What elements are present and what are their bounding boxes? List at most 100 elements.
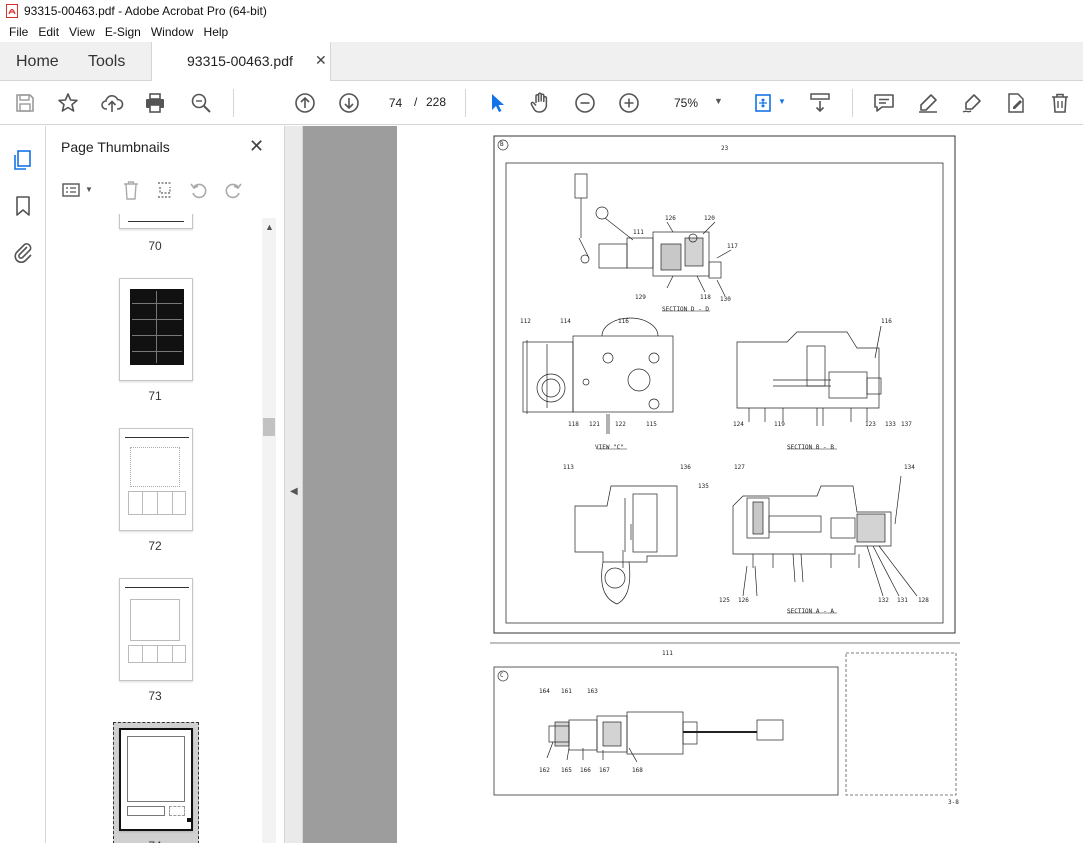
view-c-caption: VIEW "C" bbox=[595, 444, 624, 451]
callout: 126 bbox=[738, 597, 749, 604]
callout: 116 bbox=[618, 318, 629, 325]
panel-title: Page Thumbnails bbox=[61, 139, 170, 155]
hand-tool-icon[interactable] bbox=[528, 91, 552, 115]
callout: 124 bbox=[733, 421, 744, 428]
delete-trash-icon[interactable] bbox=[1048, 91, 1072, 115]
callout: 166 bbox=[580, 767, 591, 774]
page-label: 70 bbox=[148, 239, 162, 253]
options-menu-icon[interactable] bbox=[61, 180, 81, 200]
close-tab-icon[interactable]: ✕ bbox=[315, 52, 327, 69]
zoom-level-value: 75% bbox=[674, 96, 699, 110]
technical-drawing bbox=[490, 135, 960, 796]
sign-pen-icon[interactable] bbox=[960, 91, 984, 115]
page-label: 74 bbox=[46, 839, 264, 843]
chevron-down-icon[interactable]: ▼ bbox=[85, 185, 93, 194]
callout: 167 bbox=[599, 767, 610, 774]
page-thumbnails-icon[interactable] bbox=[11, 148, 35, 172]
zoom-in-icon[interactable] bbox=[617, 91, 641, 115]
section-d-caption: SECTION D - D bbox=[662, 306, 709, 313]
callout: 134 bbox=[904, 464, 915, 471]
callout: 132 bbox=[878, 597, 889, 604]
main-toolbar: 74 / 228 75% ▼ ▼ bbox=[0, 81, 1083, 125]
page-thumbnail-74[interactable] bbox=[119, 728, 193, 831]
panel-collapse-handle[interactable]: ◀ bbox=[285, 126, 303, 843]
menu-help[interactable]: Help bbox=[199, 25, 234, 39]
callout: 168 bbox=[632, 767, 643, 774]
page-separator: / bbox=[414, 95, 418, 109]
menu-edit[interactable]: Edit bbox=[33, 25, 64, 39]
callout: 118 bbox=[700, 294, 711, 301]
tab-document[interactable]: 93315-00463.pdf ✕ bbox=[151, 42, 331, 82]
callout: 131 bbox=[897, 597, 908, 604]
callout: 127 bbox=[734, 464, 745, 471]
zoom-level-select[interactable]: 75% ▼ bbox=[662, 93, 732, 113]
page-thumbnail-71[interactable] bbox=[119, 278, 193, 381]
callout: 163 bbox=[587, 688, 598, 695]
tab-home[interactable]: Home bbox=[16, 42, 59, 81]
callout: 126 bbox=[665, 215, 676, 222]
bookmark-icon[interactable] bbox=[11, 194, 35, 218]
next-page-icon[interactable] bbox=[337, 91, 361, 115]
previous-page-icon[interactable] bbox=[293, 91, 317, 115]
callout: 121 bbox=[589, 421, 600, 428]
page-label: 73 bbox=[148, 689, 162, 703]
thumbnail-scrollbar[interactable]: ▲ bbox=[262, 218, 276, 843]
navigation-rail bbox=[0, 126, 46, 843]
bookmark-star-icon[interactable] bbox=[56, 91, 80, 115]
callout: 116 bbox=[881, 318, 892, 325]
upload-cloud-icon[interactable] bbox=[100, 91, 124, 115]
view-marker-b: B bbox=[500, 141, 504, 148]
menu-window[interactable]: Window bbox=[146, 25, 199, 39]
callout: 114 bbox=[560, 318, 571, 325]
scroll-mode-icon[interactable] bbox=[808, 91, 832, 115]
collapse-left-icon[interactable]: ◀ bbox=[290, 486, 298, 497]
fit-page-icon[interactable] bbox=[752, 91, 776, 115]
page-thumbnail-73[interactable] bbox=[119, 578, 193, 681]
callout: 135 bbox=[698, 483, 709, 490]
extract-page-icon[interactable] bbox=[155, 179, 175, 201]
total-pages: 228 bbox=[426, 95, 447, 109]
chevron-down-icon: ▼ bbox=[714, 96, 723, 106]
toolbar-divider bbox=[233, 89, 234, 117]
page-thumbnail-70[interactable] bbox=[119, 214, 193, 229]
callout: 112 bbox=[520, 318, 531, 325]
callout: 129 bbox=[635, 294, 646, 301]
document-tab-label: 93315-00463.pdf bbox=[187, 53, 293, 69]
rotate-clockwise-icon[interactable] bbox=[223, 180, 243, 200]
menu-esign[interactable]: E-Sign bbox=[100, 25, 146, 39]
zoom-out-icon[interactable] bbox=[573, 91, 597, 115]
callout: 137 bbox=[901, 421, 912, 428]
page-label: 71 bbox=[148, 389, 162, 403]
page-number-input[interactable]: 74 bbox=[381, 91, 410, 115]
callout: 119 bbox=[774, 421, 785, 428]
rotate-counterclockwise-icon[interactable] bbox=[189, 180, 209, 200]
document-viewer[interactable]: B C 23 SECTION D - D VIEW "C" SECTION B … bbox=[303, 126, 1083, 843]
scrollbar-thumb[interactable] bbox=[263, 418, 275, 436]
page-thumbnail-72[interactable] bbox=[119, 428, 193, 531]
tab-bar: Home Tools 93315-00463.pdf ✕ bbox=[0, 42, 1083, 82]
callout: 162 bbox=[539, 767, 550, 774]
callout: 111 bbox=[633, 229, 644, 236]
attachment-paperclip-icon[interactable] bbox=[11, 240, 35, 264]
close-panel-icon[interactable]: ✕ bbox=[249, 136, 264, 157]
print-icon[interactable] bbox=[143, 91, 167, 115]
callout: 133 bbox=[885, 421, 896, 428]
page-label: 72 bbox=[148, 539, 162, 553]
edit-pdf-icon[interactable] bbox=[1004, 91, 1028, 115]
menu-view[interactable]: View bbox=[64, 25, 100, 39]
highlight-pen-icon[interactable] bbox=[916, 91, 940, 115]
select-cursor-icon[interactable] bbox=[485, 91, 509, 115]
save-icon[interactable] bbox=[13, 91, 37, 115]
callout: 161 bbox=[561, 688, 572, 695]
delete-page-icon[interactable] bbox=[121, 179, 141, 201]
scroll-up-icon[interactable]: ▲ bbox=[265, 222, 274, 232]
zoom-search-icon[interactable] bbox=[189, 91, 213, 115]
drawing-ref-number: 23 bbox=[721, 145, 729, 152]
comment-icon[interactable] bbox=[872, 91, 896, 115]
tab-tools[interactable]: Tools bbox=[88, 42, 125, 81]
menu-file[interactable]: File bbox=[4, 25, 33, 39]
chevron-down-icon[interactable]: ▼ bbox=[778, 97, 786, 106]
callout: 136 bbox=[680, 464, 691, 471]
pdf-page: B C 23 SECTION D - D VIEW "C" SECTION B … bbox=[397, 126, 1083, 843]
callout: 125 bbox=[719, 597, 730, 604]
